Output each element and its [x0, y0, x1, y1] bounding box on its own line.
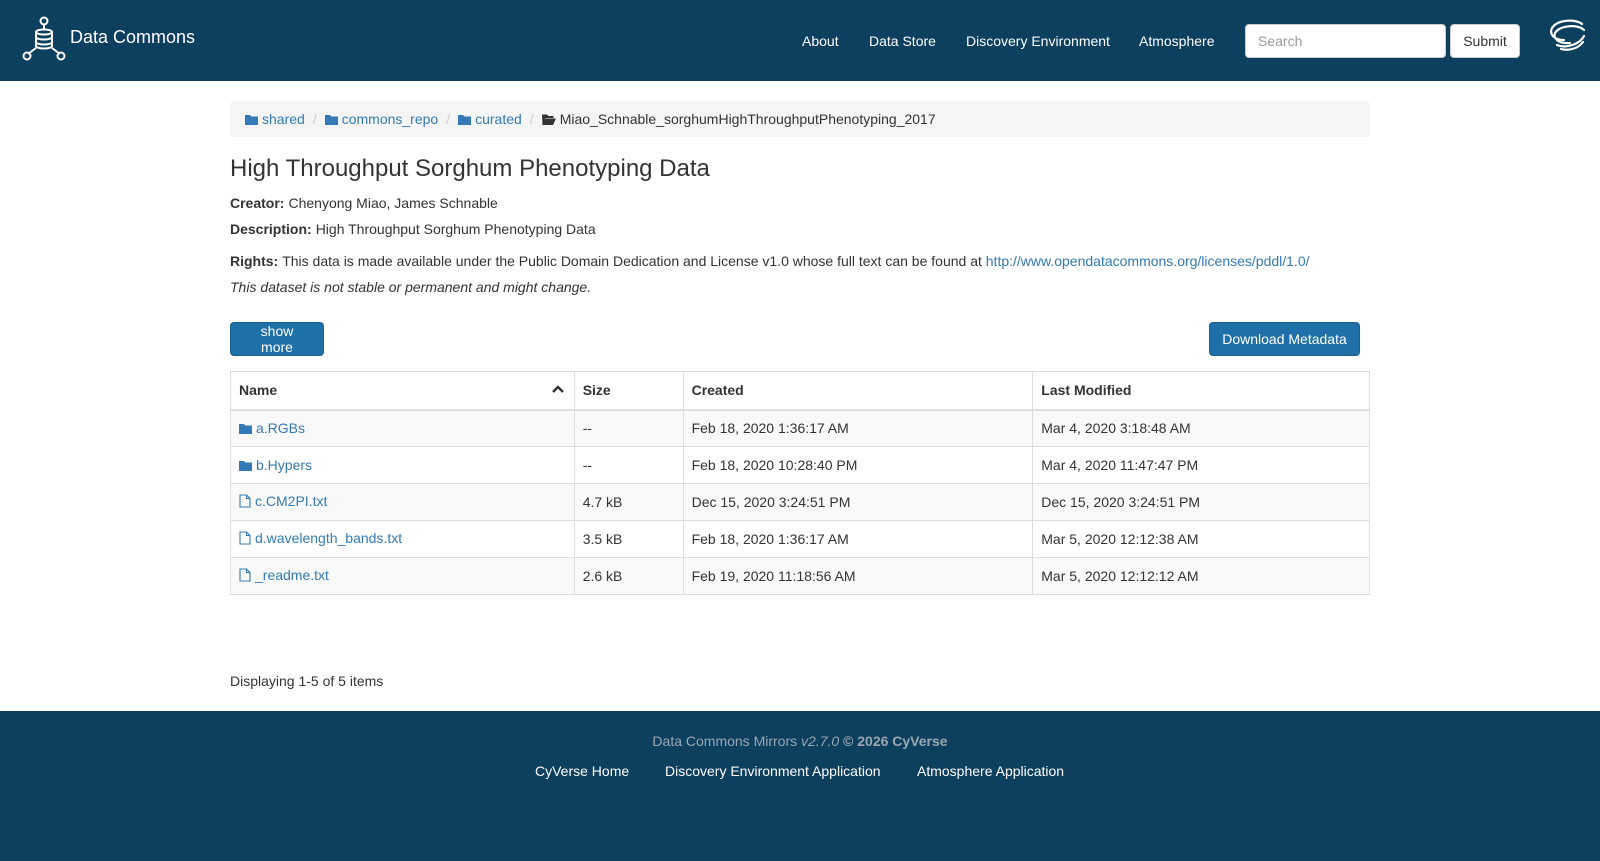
- modified-cell: Mar 5, 2020 12:12:12 AM: [1032, 557, 1370, 595]
- breadcrumb-current: Miao_Schnable_sorghumHighThroughputPheno…: [541, 111, 936, 127]
- name-cell: c.CM2PI.txt: [230, 483, 575, 521]
- modified-cell: Mar 5, 2020 12:12:38 AM: [1032, 520, 1370, 558]
- rights-row: Rights: This data is made available under…: [230, 253, 1310, 269]
- table-row: a.RGBs -- Feb 18, 2020 1:36:17 AM Mar 4,…: [230, 409, 1370, 447]
- file-name: _readme.txt: [255, 567, 329, 583]
- folder-icon: [458, 115, 472, 125]
- name-cell: b.Hypers: [230, 446, 575, 484]
- file-name: b.Hypers: [256, 456, 313, 473]
- table-row: d.wavelength_bands.txt 3.5 kB Feb 18, 20…: [230, 520, 1370, 558]
- footer-credits: Data Commons Mirrors v2.7.0 © 2026 CyVer…: [0, 733, 1600, 749]
- created-cell: Feb 19, 2020 11:18:56 AM: [682, 557, 1034, 595]
- creator-row: Creator: Chenyong Miao, James Schnable: [230, 195, 498, 211]
- cyverse-icon[interactable]: [1548, 18, 1586, 52]
- size-cell: --: [573, 409, 684, 447]
- breadcrumb-label: shared: [262, 111, 305, 127]
- breadcrumb-shared[interactable]: shared: [245, 111, 305, 127]
- folder-open-icon: [541, 114, 556, 125]
- nav-about[interactable]: About: [802, 33, 839, 49]
- file-table: Name Size Created Last Modified a.RGBs -…: [230, 371, 1370, 595]
- folder-icon: [239, 423, 252, 434]
- size-cell: 4.7 kB: [573, 483, 684, 521]
- breadcrumb-curated[interactable]: curated: [458, 111, 522, 127]
- show-more-button[interactable]: show more: [230, 322, 324, 356]
- column-header-size[interactable]: Size: [573, 371, 684, 411]
- name-cell: _readme.txt: [230, 557, 575, 595]
- download-metadata-button[interactable]: Download Metadata: [1209, 322, 1360, 356]
- footer-link-cyverse-home[interactable]: CyVerse Home: [535, 763, 629, 779]
- footer-version: v2.7.0: [801, 733, 840, 749]
- column-header-created[interactable]: Created: [682, 371, 1034, 411]
- name-cell: d.wavelength_bands.txt: [230, 520, 575, 558]
- pagination-summary: Displaying 1-5 of 5 items: [230, 673, 384, 689]
- sort-ascending-icon[interactable]: [551, 383, 565, 395]
- submit-button[interactable]: Submit: [1450, 24, 1520, 58]
- breadcrumb-label: Miao_Schnable_sorghumHighThroughputPheno…: [559, 111, 936, 127]
- file-name: c.CM2PI.txt: [255, 493, 328, 509]
- size-cell: --: [573, 446, 684, 484]
- created-cell: Dec 15, 2020 3:24:51 PM: [682, 483, 1034, 521]
- modified-cell: Dec 15, 2020 3:24:51 PM: [1032, 483, 1370, 521]
- brand-link[interactable]: Data Commons: [22, 16, 195, 62]
- file-link[interactable]: b.Hypers: [239, 457, 312, 473]
- file-icon: [239, 568, 251, 582]
- footer-copyright: © 2026 CyVerse: [843, 733, 948, 749]
- file-icon: [239, 494, 251, 508]
- breadcrumb-label: curated: [475, 111, 522, 127]
- description-value: High Throughput Sorghum Phenotyping Data: [315, 221, 596, 237]
- creator-label: Creator:: [230, 195, 285, 211]
- table-row: c.CM2PI.txt 4.7 kB Dec 15, 2020 3:24:51 …: [230, 483, 1370, 521]
- search-input[interactable]: [1245, 24, 1446, 58]
- size-cell: 3.5 kB: [573, 520, 684, 558]
- file-link[interactable]: d.wavelength_bands.txt: [239, 530, 402, 546]
- rights-text: This data is made available under the Pu…: [282, 253, 982, 269]
- data-commons-logo-icon: [22, 16, 66, 61]
- creator-value: Chenyong Miao, James Schnable: [288, 195, 498, 211]
- breadcrumb-commons-repo[interactable]: commons_repo: [324, 111, 439, 127]
- file-link[interactable]: a.RGBs: [239, 420, 305, 436]
- page-title: High Throughput Sorghum Phenotyping Data: [230, 155, 710, 182]
- folder-icon: [245, 115, 258, 125]
- modified-cell: Mar 4, 2020 3:18:48 AM: [1032, 409, 1370, 447]
- column-header-last-modified[interactable]: Last Modified: [1032, 371, 1370, 411]
- file-name: a.RGBs: [256, 419, 306, 436]
- footer-product: Data Commons Mirrors: [652, 733, 798, 749]
- breadcrumb-label: commons_repo: [341, 111, 439, 127]
- column-header-label: Name: [239, 382, 278, 399]
- description-label: Description:: [230, 221, 312, 237]
- table-header-row: Name Size Created Last Modified: [230, 371, 1370, 411]
- folder-icon: [324, 115, 338, 125]
- file-link[interactable]: _readme.txt: [239, 567, 329, 583]
- modified-cell: Mar 4, 2020 11:47:47 PM: [1032, 446, 1370, 484]
- footer-link-discovery-environment[interactable]: Discovery Environment Application: [665, 763, 881, 779]
- created-cell: Feb 18, 2020 10:28:40 PM: [682, 446, 1034, 484]
- breadcrumb-separator: /: [446, 111, 451, 127]
- name-cell: a.RGBs: [230, 409, 575, 447]
- description-row: Description: High Throughput Sorghum Phen…: [230, 221, 596, 237]
- nav-atmosphere[interactable]: Atmosphere: [1139, 33, 1214, 49]
- breadcrumb-separator: /: [529, 111, 534, 127]
- footer-link-atmosphere[interactable]: Atmosphere Application: [917, 763, 1064, 779]
- footer: Data Commons Mirrors v2.7.0 © 2026 CyVer…: [0, 711, 1600, 861]
- nav-data-store[interactable]: Data Store: [869, 33, 936, 49]
- brand-title: Data Commons: [70, 26, 196, 47]
- created-cell: Feb 18, 2020 1:36:17 AM: [682, 409, 1034, 447]
- breadcrumb: shared / commons_repo / curated / Miao_S…: [230, 101, 1370, 137]
- breadcrumb-separator: /: [312, 111, 317, 127]
- license-link[interactable]: http://www.opendatacommons.org/licenses/…: [986, 253, 1310, 269]
- file-name: d.wavelength_bands.txt: [255, 530, 403, 546]
- table-row: _readme.txt 2.6 kB Feb 19, 2020 11:18:56…: [230, 557, 1370, 595]
- stability-note: This dataset is not stable or permanent …: [230, 279, 592, 295]
- folder-icon: [239, 460, 252, 471]
- column-header-name[interactable]: Name: [230, 371, 575, 411]
- table-row: b.Hypers -- Feb 18, 2020 10:28:40 PM Mar…: [230, 446, 1370, 484]
- size-cell: 2.6 kB: [573, 557, 684, 595]
- file-icon: [239, 531, 251, 545]
- nav-discovery-environment[interactable]: Discovery Environment: [966, 33, 1110, 49]
- top-navbar: Data Commons About Data Store Discovery …: [0, 0, 1600, 81]
- rights-label: Rights:: [230, 253, 279, 269]
- created-cell: Feb 18, 2020 1:36:17 AM: [682, 520, 1034, 558]
- file-link[interactable]: c.CM2PI.txt: [239, 493, 327, 509]
